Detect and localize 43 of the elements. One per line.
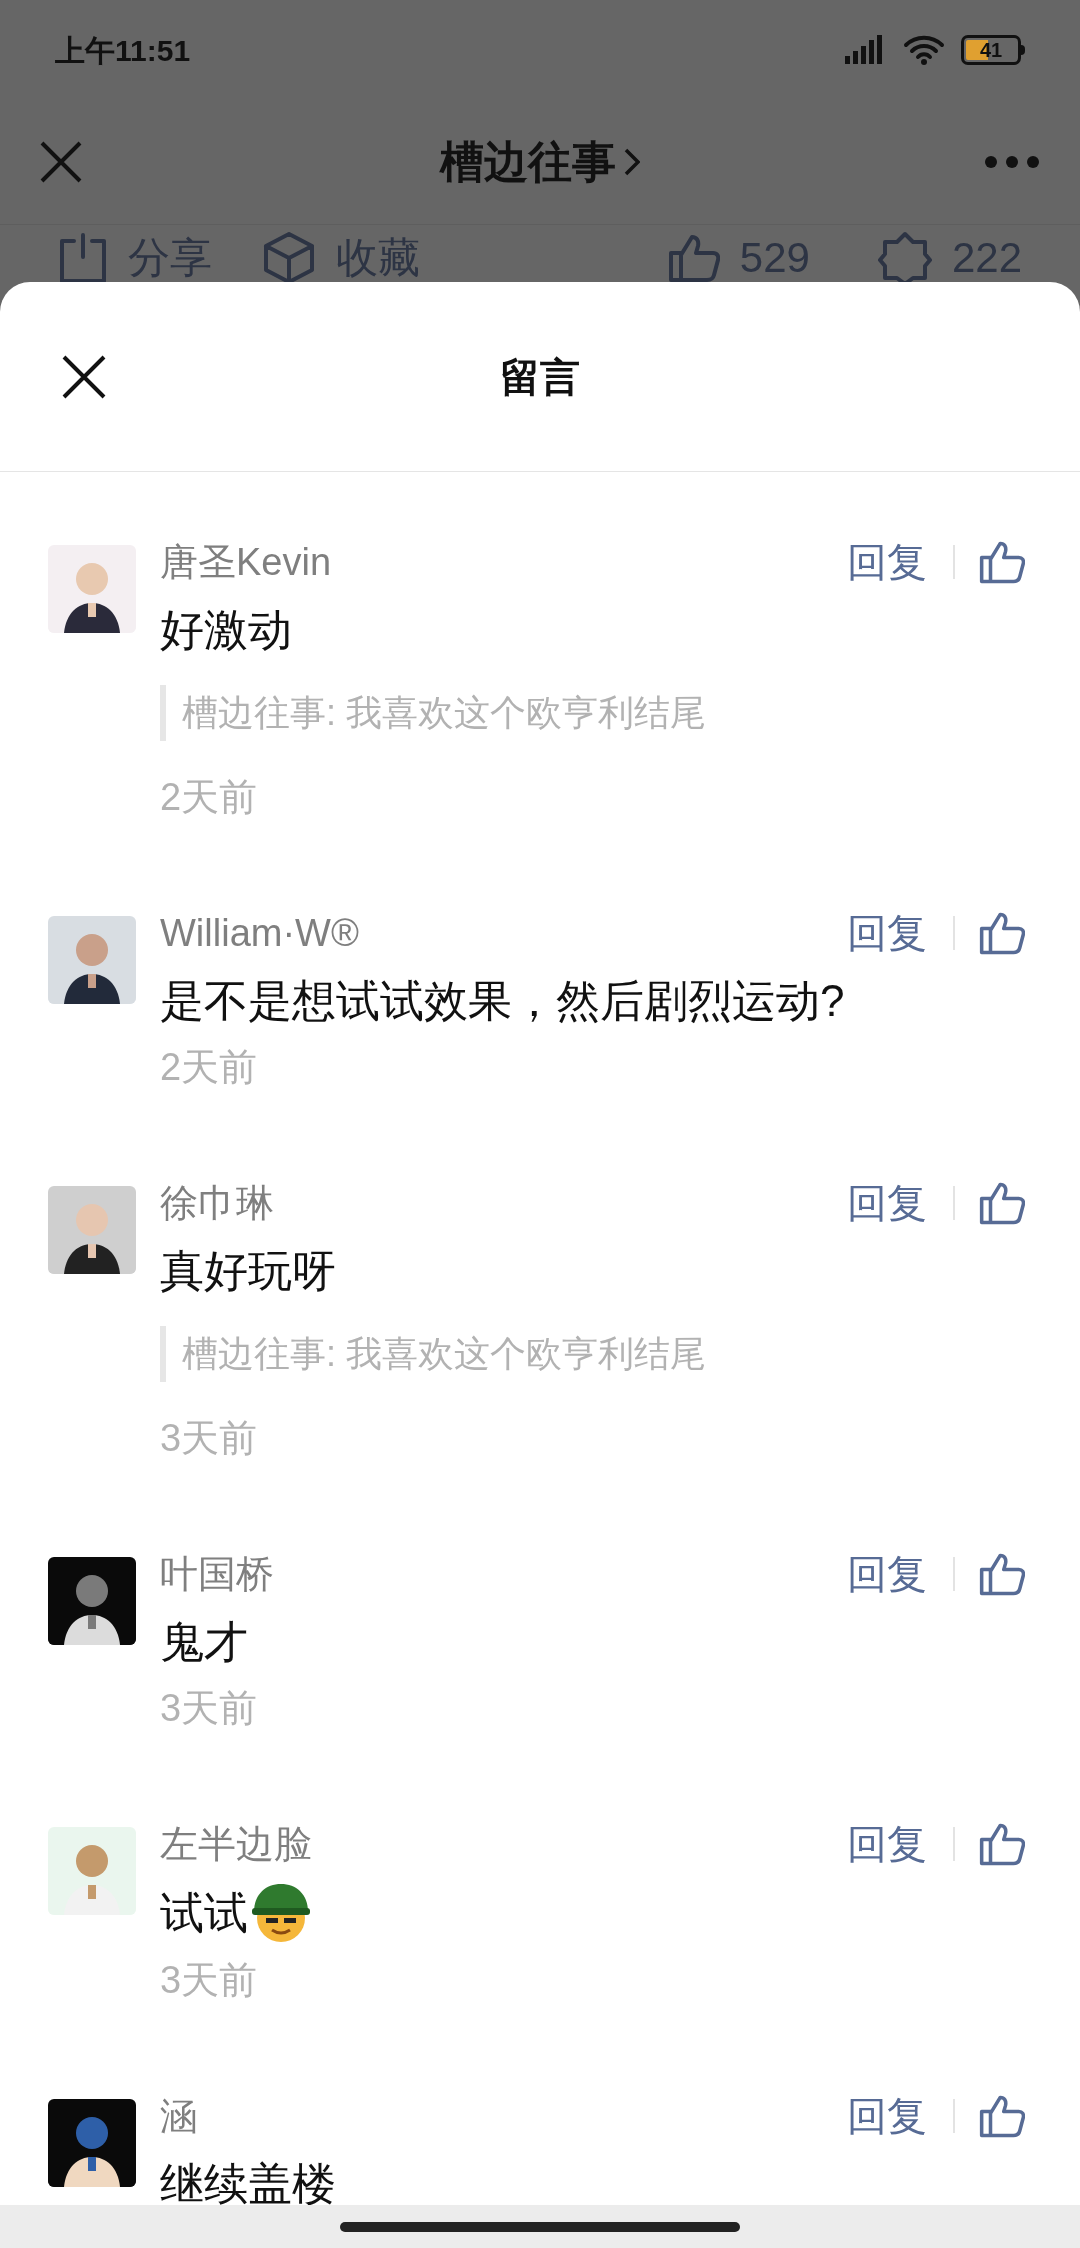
comment-text: 试试 (160, 1887, 248, 1939)
quoted-comment: 槽边往事: 我喜欢这个欧亨利结尾 (182, 1333, 706, 1374)
commenter-name: 涵 (160, 2094, 198, 2139)
commenter-name: 叶国桥 (160, 1552, 274, 1597)
reply-button[interactable]: 回复 (847, 1818, 927, 1870)
commenter-name: 左半边脸 (160, 1822, 312, 1867)
comment-text: 继续盖楼 (160, 2158, 336, 2205)
comment-text: 真好玩呀 (160, 1245, 336, 1297)
comment-text: 是不是想试试效果，然后剧烈运动? (160, 975, 845, 1027)
reply-button[interactable]: 回复 (847, 2090, 927, 2142)
thumbs-up-icon (667, 233, 720, 282)
comment-time: 3天前 (160, 1417, 258, 1459)
comment-time: 2天前 (160, 1046, 258, 1088)
chevron-right-icon (624, 148, 640, 176)
wifi-icon (903, 34, 945, 66)
like-icon[interactable] (979, 1821, 1025, 1867)
star-face-icon (877, 231, 932, 282)
reply-button[interactable]: 回复 (847, 536, 927, 588)
comment-time: 3天前 (160, 1687, 258, 1729)
like-icon[interactable] (979, 1180, 1025, 1226)
comment-time: 2天前 (160, 776, 258, 818)
commenter-name: 唐圣Kevin (160, 540, 332, 585)
home-indicator[interactable] (340, 2221, 740, 2232)
share-icon (58, 233, 108, 282)
comment-time: 3天前 (160, 1959, 258, 2001)
more-icon[interactable] (984, 155, 1040, 169)
reply-button[interactable]: 回复 (847, 1548, 927, 1600)
comment-text: 好激动 (160, 604, 292, 656)
status-time: 上午11:51 (55, 32, 191, 69)
commenter-name: 徐巾琳 (160, 1181, 274, 1226)
comment-text: 鬼才 (160, 1616, 248, 1668)
close-icon[interactable] (62, 354, 106, 399)
account-title[interactable]: 槽边往事 (440, 129, 640, 195)
commenter-name: William·W® (160, 911, 359, 956)
reply-button[interactable]: 回复 (847, 1177, 927, 1229)
like-icon[interactable] (979, 539, 1025, 585)
quoted-comment: 槽边往事: 我喜欢这个欧亨利结尾 (182, 692, 706, 733)
sheet-title: 留言 (500, 353, 580, 401)
like-icon[interactable] (979, 1551, 1025, 1597)
like-icon[interactable] (979, 2093, 1025, 2139)
cube-icon (262, 231, 316, 282)
like-icon[interactable] (979, 910, 1025, 956)
reply-button[interactable]: 回复 (847, 907, 927, 959)
